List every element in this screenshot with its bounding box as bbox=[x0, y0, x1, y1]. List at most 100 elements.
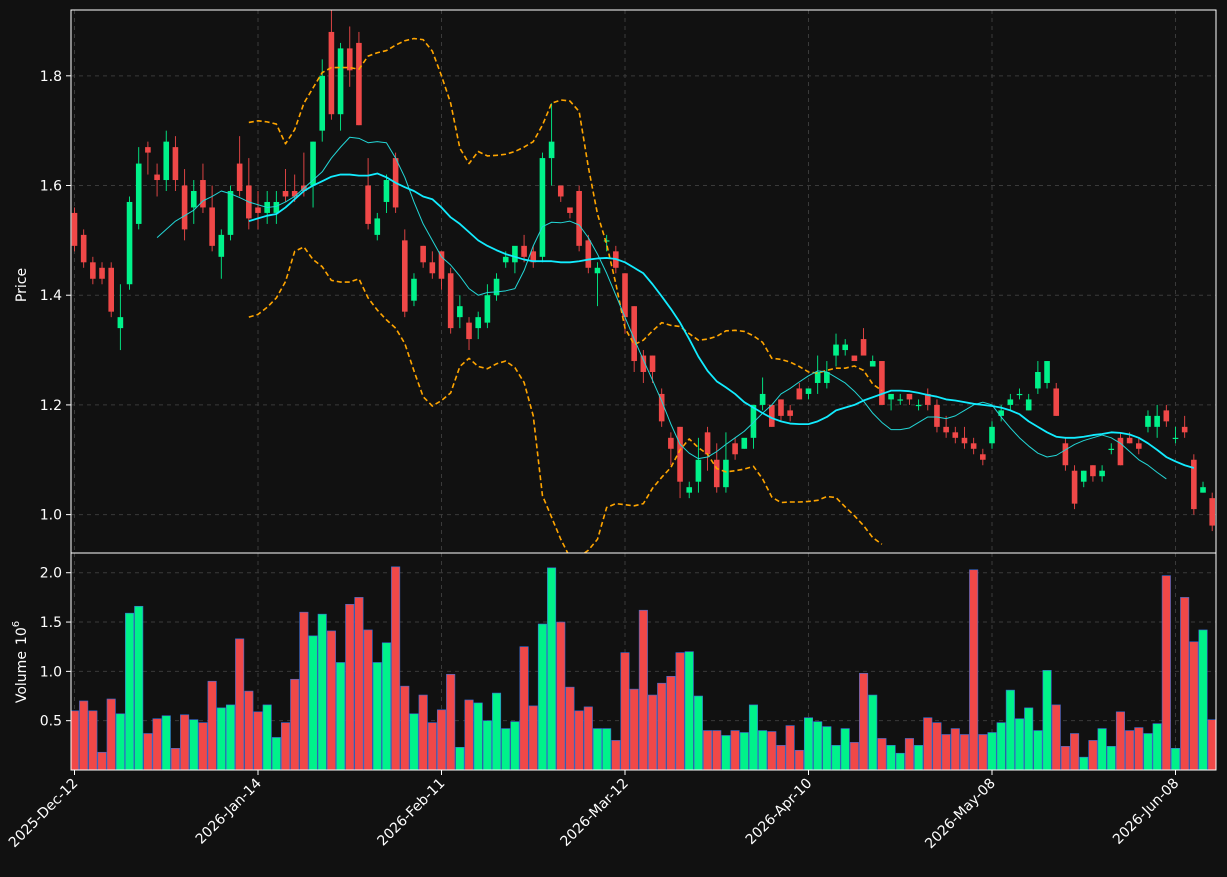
candle-body bbox=[1044, 361, 1050, 383]
volume-bar bbox=[822, 726, 832, 770]
volume-bar bbox=[1015, 718, 1025, 770]
volume-bar bbox=[932, 722, 942, 770]
candle-body bbox=[741, 437, 748, 449]
volume-bar bbox=[1125, 730, 1135, 770]
candle-body bbox=[805, 388, 812, 394]
candle-body bbox=[190, 191, 197, 208]
volume-bar bbox=[794, 749, 804, 770]
volume-bar bbox=[455, 747, 465, 770]
volume-bar bbox=[115, 713, 125, 770]
volume-bar bbox=[1024, 707, 1034, 770]
candle-body bbox=[769, 404, 775, 427]
volume-bar bbox=[409, 713, 419, 770]
volume-bar bbox=[666, 675, 676, 770]
volume-bar bbox=[941, 734, 951, 770]
candle-body bbox=[420, 245, 426, 263]
candle-body bbox=[970, 443, 977, 449]
volume-bar bbox=[739, 732, 749, 770]
volume-bar bbox=[198, 722, 208, 770]
candle-body bbox=[1035, 372, 1041, 389]
candle-body bbox=[915, 404, 922, 407]
volume-bar bbox=[207, 680, 217, 770]
candle-body bbox=[475, 317, 481, 329]
volume-bar bbox=[978, 734, 988, 770]
candle-body bbox=[227, 191, 234, 235]
candle-body bbox=[172, 147, 179, 181]
volume-bar bbox=[712, 730, 722, 770]
candle-body bbox=[383, 180, 390, 202]
candle-body bbox=[1126, 437, 1133, 444]
volume-bar bbox=[803, 717, 814, 770]
candle-body bbox=[603, 240, 610, 242]
volume-bar bbox=[427, 722, 437, 770]
volume-bar bbox=[391, 566, 401, 770]
candle-body bbox=[502, 256, 509, 263]
candle-body bbox=[704, 432, 711, 455]
candle-body bbox=[860, 339, 867, 356]
volume-bar bbox=[418, 694, 428, 770]
volume-bar bbox=[1088, 740, 1098, 770]
candle-body bbox=[713, 459, 720, 488]
candle-body bbox=[1181, 426, 1188, 433]
candle-body bbox=[99, 267, 105, 279]
volume-bar bbox=[959, 734, 969, 770]
candle-body bbox=[365, 185, 371, 224]
volume-bar bbox=[372, 662, 382, 770]
volume-bar bbox=[106, 698, 116, 770]
candle-body bbox=[181, 185, 188, 230]
volume-bar bbox=[574, 710, 584, 770]
volume-bar bbox=[446, 674, 456, 770]
candle-body bbox=[374, 218, 381, 235]
volume-bar bbox=[225, 704, 235, 770]
volume-bar bbox=[528, 705, 538, 770]
candle-body bbox=[1090, 465, 1096, 477]
volume-bar bbox=[326, 630, 336, 770]
volume-bar bbox=[381, 642, 391, 770]
volume-bar bbox=[1161, 575, 1171, 770]
volume-bar bbox=[1198, 629, 1208, 770]
volume-bar bbox=[464, 699, 474, 770]
candle-body bbox=[429, 262, 436, 274]
volume-bar bbox=[317, 613, 327, 770]
volume-bar bbox=[950, 728, 960, 770]
volume-bar bbox=[813, 721, 823, 770]
volume-bar bbox=[1207, 719, 1216, 770]
volume-bar bbox=[767, 731, 777, 770]
candle-body bbox=[723, 459, 729, 488]
volume-bar bbox=[436, 709, 447, 770]
candle-body bbox=[411, 278, 417, 301]
volume-bar bbox=[1180, 597, 1190, 770]
candle-body bbox=[649, 355, 656, 372]
volume-bar bbox=[629, 688, 639, 770]
volume-bar bbox=[1106, 746, 1116, 770]
volume-bar bbox=[281, 722, 291, 770]
candle-body bbox=[1108, 448, 1115, 450]
volume-bar bbox=[134, 605, 144, 770]
price-tick-label: 1.0 bbox=[40, 508, 62, 524]
volume-bar bbox=[758, 730, 768, 770]
candle-body bbox=[319, 75, 326, 131]
volume-bar bbox=[1134, 727, 1144, 770]
candle-body bbox=[273, 201, 280, 213]
candle-body bbox=[484, 295, 491, 323]
candle-body bbox=[548, 141, 555, 159]
volume-bar bbox=[1189, 641, 1199, 770]
volume-bar bbox=[1005, 689, 1015, 770]
volume-bar bbox=[244, 690, 254, 770]
candle-body bbox=[668, 437, 674, 449]
volume-bar bbox=[290, 678, 300, 770]
candle-body bbox=[833, 344, 839, 356]
volume-axis-label-base: 10 bbox=[14, 627, 30, 645]
volume-bar bbox=[886, 745, 896, 770]
candle-body bbox=[906, 393, 913, 400]
candle-body bbox=[1016, 393, 1023, 396]
volume-bar bbox=[859, 673, 869, 770]
volume-bar bbox=[143, 733, 153, 770]
candle-body bbox=[1025, 399, 1032, 411]
candle-body bbox=[80, 234, 87, 263]
candle-body bbox=[1071, 470, 1078, 504]
volume-bar bbox=[914, 745, 924, 770]
candle-body bbox=[557, 185, 564, 197]
volume-bar bbox=[125, 612, 135, 770]
candle-body bbox=[778, 399, 784, 416]
